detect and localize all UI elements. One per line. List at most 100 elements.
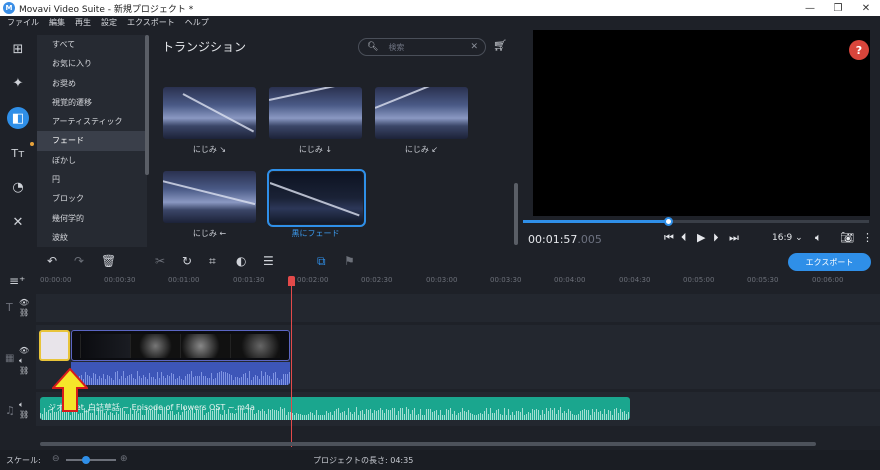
category-item[interactable]: ぼかし [37, 151, 147, 170]
title-bar: M Movavi Video Suite - 新規プロジェクト * — ❐ ✕ [0, 0, 880, 16]
waveform-bar [376, 411, 377, 420]
store-cart-icon[interactable]: 🛒︎ [493, 39, 507, 52]
snapshot-icon[interactable]: 📷︎ [840, 231, 854, 244]
crop-icon[interactable]: ⌗ [209, 254, 216, 269]
waveform-bar [452, 414, 453, 420]
category-item[interactable]: お奨め [37, 74, 147, 93]
cut-icon[interactable]: ✂ [155, 254, 165, 268]
waveform-bar [180, 415, 181, 420]
search-input[interactable]: 🔍︎ 検索 ✕ [358, 38, 486, 56]
transition-thumb[interactable] [375, 87, 468, 139]
maximize-icon[interactable]: ❐ [824, 3, 852, 14]
category-item[interactable]: 視覚的遷移 [37, 93, 147, 112]
category-item-active[interactable]: フェード [37, 131, 147, 151]
help-icon[interactable]: ? [849, 40, 869, 60]
menu-playback[interactable]: 再生 [75, 17, 91, 28]
aspect-ratio-select[interactable]: 16:9 ⌄ [772, 233, 803, 243]
link-icon[interactable]: ⛓ [19, 410, 29, 419]
category-item[interactable]: お気に入り [37, 54, 147, 73]
redo-icon[interactable]: ↷ [74, 254, 84, 268]
waveform-bar [262, 409, 263, 420]
rotate-icon[interactable]: ↻ [182, 254, 192, 268]
magnet-snap-icon[interactable]: ⧉ [317, 254, 326, 269]
music-clip[interactable]: ジオ...set_白詰草話 ~ Episode of Flowers OST ~… [40, 397, 630, 420]
waveform-bar [304, 415, 305, 420]
waveform-bar [204, 415, 205, 420]
zoom-out-icon[interactable]: ⊖ [52, 454, 60, 464]
import-icon[interactable]: ⊞ [7, 38, 29, 60]
waveform-bar [179, 376, 180, 385]
skip-to-end-icon[interactable]: ⏭ [729, 231, 739, 245]
ruler-tick: 00:00:30 [104, 276, 136, 284]
mute-icon[interactable]: 🔈︎ [19, 356, 24, 366]
playback-progress-bar[interactable] [523, 217, 869, 226]
add-track-icon[interactable]: ≡⁺ [9, 274, 25, 288]
scale-slider-knob[interactable] [82, 456, 90, 464]
play-icon[interactable]: ▶ [697, 231, 705, 244]
skip-to-start-icon[interactable]: ⏮ [664, 231, 674, 245]
image-clip[interactable] [39, 330, 70, 361]
close-icon[interactable]: ✕ [852, 3, 880, 14]
menu-file[interactable]: ファイル [7, 17, 39, 28]
visibility-eye-icon[interactable]: 👁︎ [19, 346, 29, 355]
transition-thumb[interactable] [163, 87, 256, 139]
waveform-bar [606, 414, 607, 420]
next-frame-icon[interactable]: ⏵ [713, 231, 719, 245]
zoom-in-icon[interactable]: ⊕ [120, 454, 128, 464]
transition-thumb[interactable] [269, 87, 362, 139]
menu-settings[interactable]: 設定 [101, 17, 117, 28]
category-item[interactable]: 波紋 [37, 228, 147, 247]
waveform-bar [466, 412, 467, 420]
transitions-scrollbar[interactable] [514, 183, 518, 245]
undo-icon[interactable]: ↶ [47, 254, 57, 268]
previous-frame-icon[interactable]: ⏴ [681, 231, 687, 245]
titles-icon[interactable]: Tт [7, 142, 29, 164]
waveform-bar [64, 412, 65, 420]
waveform-bar [366, 409, 367, 420]
playback-progress-knob[interactable] [664, 217, 674, 226]
waveform-bar [326, 411, 327, 420]
mute-icon[interactable]: 🔈︎ [19, 400, 24, 410]
category-item[interactable]: 幾何学的 [37, 209, 147, 228]
timeline-scrollbar[interactable] [40, 442, 816, 446]
video-audio-waveform[interactable] [71, 362, 290, 385]
playhead-line[interactable] [291, 277, 292, 447]
link-icon[interactable]: ⛓ [19, 308, 29, 317]
visibility-eye-icon[interactable]: 👁︎ [19, 298, 29, 307]
effects-wand-icon[interactable]: ✦ [7, 72, 29, 94]
category-item[interactable]: 円 [37, 170, 147, 189]
waveform-bar [107, 375, 108, 385]
clip-properties-icon[interactable]: ☰ [263, 254, 274, 268]
volume-icon[interactable]: 🔈︎ [815, 231, 822, 245]
waveform-bar [582, 410, 583, 420]
waveform-bar [442, 415, 443, 420]
category-item[interactable]: アーティスティック [37, 112, 147, 131]
clear-icon[interactable]: ✕ [470, 42, 478, 52]
waveform-bar [422, 415, 423, 420]
menu-help[interactable]: ヘルプ [185, 17, 209, 28]
video-clip[interactable] [71, 330, 290, 361]
waveform-bar [338, 408, 339, 420]
timeline-ruler[interactable]: 00:00:00 00:00:30 00:01:00 00:01:30 00:0… [40, 274, 880, 288]
text-track[interactable] [36, 294, 880, 322]
color-adjust-icon[interactable]: ◐ [236, 254, 246, 268]
menu-export[interactable]: エクスポート [127, 17, 175, 28]
more-icon[interactable]: ⋮ [862, 231, 873, 244]
menu-edit[interactable]: 編集 [49, 17, 65, 28]
delete-icon[interactable]: 🗑︎ [101, 254, 116, 268]
category-item[interactable]: ブロック [37, 189, 147, 208]
stickers-icon[interactable]: ◔ [7, 176, 29, 198]
transition-thumb-selected[interactable] [267, 169, 366, 227]
waveform-bar [239, 378, 240, 385]
category-scrollbar[interactable] [145, 35, 149, 175]
waveform-bar [302, 415, 303, 420]
category-item[interactable]: すべて [37, 35, 147, 54]
minimize-icon[interactable]: — [796, 3, 824, 14]
link-icon[interactable]: ⛓ [19, 366, 29, 375]
tools-icon[interactable]: ✕ [7, 211, 29, 233]
export-button[interactable]: エクスポート [788, 253, 871, 271]
transition-thumb[interactable] [163, 171, 256, 223]
marker-flag-icon[interactable]: ⚑ [344, 254, 355, 268]
transitions-icon[interactable]: ◧ [7, 107, 29, 129]
scale-slider[interactable] [66, 456, 116, 464]
